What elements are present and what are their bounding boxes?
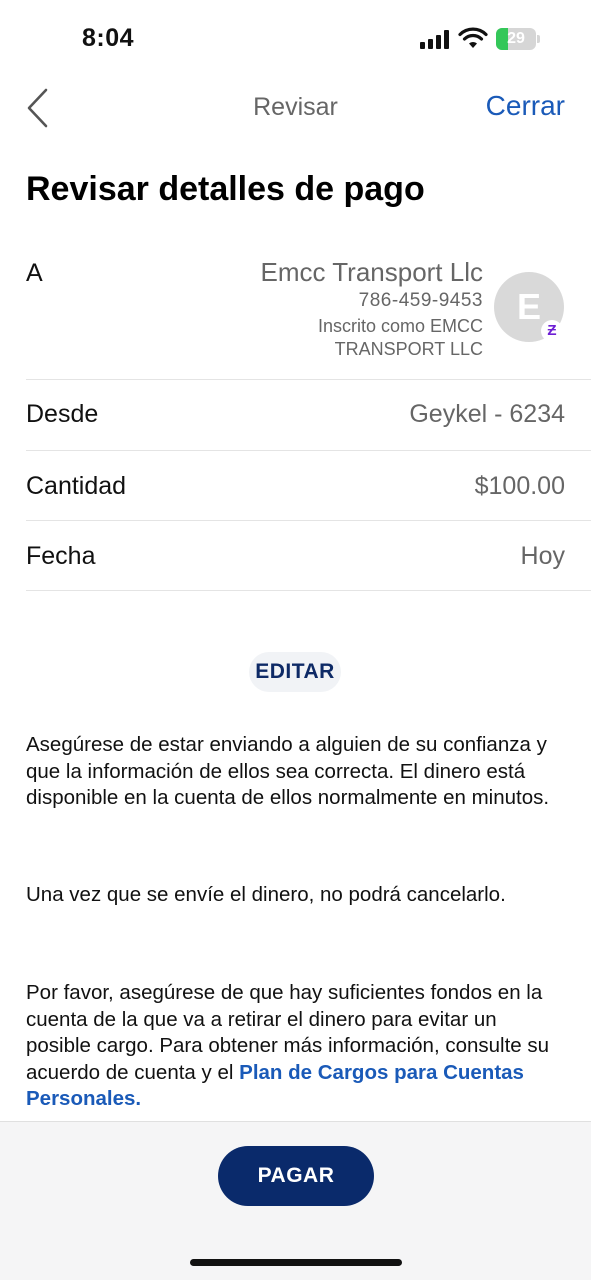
amount-label: Cantidad [26,472,127,500]
disclaimer-funds: Por favor, asegúrese de que hay suficien… [26,980,566,1113]
date-label: Fecha [26,542,96,570]
disclaimer-cancel: Una vez que se envíe el dinero, no podrá… [26,883,506,906]
divider [26,379,591,380]
recipient-name: Emcc Transport Llc [260,257,483,287]
close-button[interactable]: Cerrar [486,90,565,122]
divider [26,590,591,591]
page-title: Revisar detalles de pago [26,170,425,208]
divider [26,520,591,521]
status-time: 8:04 [82,24,135,52]
from-value: Geykel - 6234 [409,400,565,428]
battery-icon: 29 [496,28,540,50]
battery-level: 29 [507,30,525,47]
disclaimer-trust: Asegúrese de estar enviando a alguien de… [26,733,550,809]
recipient-enrolled-as: Inscrito como EMCC TRANSPORT LLC [317,316,483,359]
status-bar: 8:04 29 [0,0,591,80]
home-indicator [190,1259,402,1266]
zelle-icon: Ƶ [541,320,563,342]
recipient-phone: 786-459-9453 [358,290,483,311]
wifi-icon [458,27,488,48]
divider [26,450,591,451]
fee-schedule-period: . [135,1087,142,1110]
signal-icon [420,30,450,49]
date-value: Hoy [520,542,565,570]
edit-button[interactable]: EDITAR [249,652,341,692]
recipient-label: A [26,259,43,287]
amount-value: $100.00 [474,472,565,500]
from-label: Desde [26,400,99,428]
pay-button[interactable]: PAGAR [218,1146,374,1206]
